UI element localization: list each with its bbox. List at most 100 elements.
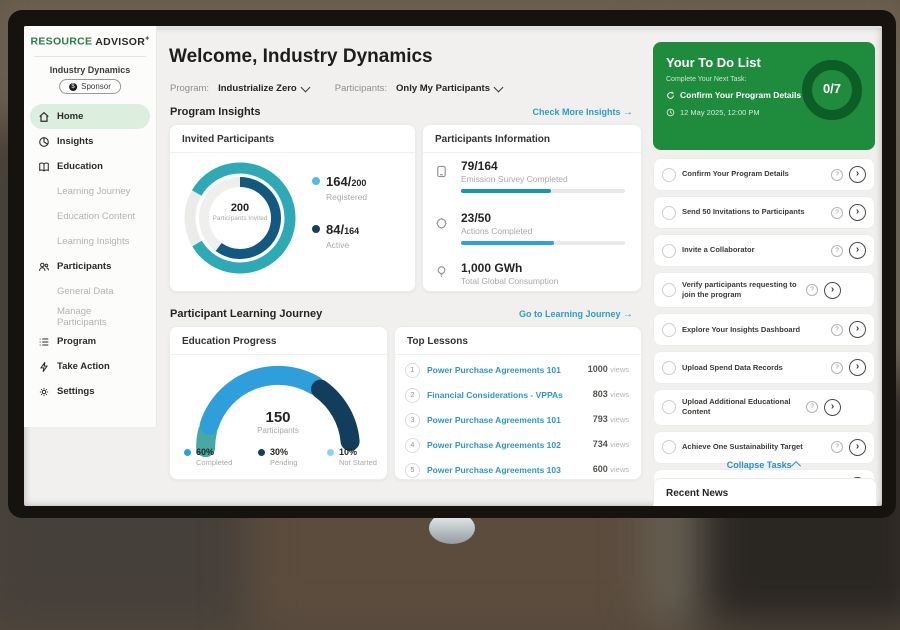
info-icon[interactable]: ? bbox=[831, 245, 843, 257]
lesson-link[interactable]: Financial Considerations - VPPAs bbox=[427, 390, 563, 400]
lesson-rank: 4 bbox=[405, 438, 420, 453]
logo-part-advisor: ADVISOR+ bbox=[95, 36, 149, 48]
task-row[interactable]: Upload Spend Data Records ? › bbox=[653, 351, 875, 384]
checkbox-icon[interactable] bbox=[662, 206, 676, 220]
checkbox-icon[interactable] bbox=[662, 361, 676, 375]
lesson-views: 793 views bbox=[593, 414, 629, 424]
lesson-views: 734 views bbox=[593, 439, 629, 449]
sidebar-item-label: General Data bbox=[57, 286, 114, 297]
go-to-learning-journey-link[interactable]: Go to Learning Journey → bbox=[519, 309, 633, 320]
lesson-views: 1000 views bbox=[588, 364, 629, 374]
legend-active: 84/164 Active bbox=[312, 221, 359, 250]
chevron-right-icon[interactable]: › bbox=[849, 204, 866, 221]
checkbox-icon[interactable] bbox=[662, 323, 676, 337]
sidebar-item-label: Learning Journey bbox=[57, 186, 130, 197]
sidebar-item-education[interactable]: Education bbox=[30, 154, 150, 179]
recent-news-card: Recent News bbox=[653, 478, 877, 506]
chevron-right-icon[interactable]: › bbox=[849, 242, 866, 259]
chevron-right-icon[interactable]: › bbox=[824, 399, 841, 416]
legend-dot bbox=[312, 225, 320, 233]
info-icon[interactable]: ? bbox=[806, 401, 818, 413]
lesson-link[interactable]: Power Purchase Agreements 101 bbox=[427, 415, 561, 425]
lesson-link[interactable]: Power Purchase Agreements 101 bbox=[427, 365, 561, 375]
chevron-up-icon bbox=[791, 461, 801, 471]
info-icon[interactable]: ? bbox=[831, 169, 843, 181]
info-icon[interactable]: ? bbox=[831, 207, 843, 219]
task-row[interactable]: Achieve One Sustainability Target ? › bbox=[653, 431, 875, 464]
chevron-right-icon[interactable]: › bbox=[849, 439, 866, 456]
sidebar-item-participants[interactable]: Participants bbox=[30, 254, 150, 279]
lesson-link[interactable]: Power Purchase Agreements 102 bbox=[427, 440, 561, 450]
chevron-down-icon bbox=[300, 82, 310, 92]
task-label: Explore Your Insights Dashboard bbox=[682, 325, 825, 335]
task-row[interactable]: Send 50 Invitations to Participants ? › bbox=[653, 196, 875, 229]
sidebar-item-manage-participants[interactable]: Manage Participants bbox=[30, 304, 150, 329]
legend-dot bbox=[258, 449, 265, 456]
participants-select[interactable]: Participants: Only My Participants bbox=[335, 83, 502, 94]
sidebar-nav: Home Insights Education Learning Journey… bbox=[30, 104, 150, 404]
sidebar-item-education-content[interactable]: Education Content bbox=[30, 204, 150, 229]
program-value: Industrialize Zero bbox=[218, 83, 297, 94]
legend-dot bbox=[327, 449, 334, 456]
task-row[interactable]: Upload Additional Educational Content ?› bbox=[653, 389, 875, 425]
checkbox-icon[interactable] bbox=[662, 400, 676, 414]
sidebar-item-home[interactable]: Home bbox=[30, 104, 150, 129]
lesson-rank: 1 bbox=[405, 363, 420, 378]
sidebar-item-learning-insights[interactable]: Learning Insights bbox=[30, 229, 150, 254]
organization-name: Industry Dynamics bbox=[24, 65, 156, 75]
list-icon bbox=[38, 336, 50, 348]
todo-progress-count: 0/7 bbox=[801, 81, 863, 96]
sidebar-item-program[interactable]: Program bbox=[30, 329, 150, 354]
learning-journey-heading: Participant Learning Journey bbox=[170, 308, 322, 320]
checkbox-icon[interactable] bbox=[662, 283, 676, 297]
info-icon[interactable]: ? bbox=[831, 362, 843, 374]
sidebar-item-take-action[interactable]: Take Action bbox=[30, 354, 150, 379]
todo-task-list: Confirm Your Program Details ?› Send 50 … bbox=[653, 158, 875, 502]
check-more-insights-link[interactable]: Check More Insights → bbox=[532, 107, 633, 118]
info-icon[interactable]: ? bbox=[831, 441, 843, 453]
task-row[interactable]: Explore Your Insights Dashboard ? › bbox=[653, 313, 875, 346]
sidebar-item-general-data[interactable]: General Data bbox=[30, 279, 150, 304]
book-icon bbox=[38, 161, 50, 173]
todo-subtitle: Complete Your Next Task: bbox=[666, 76, 746, 83]
task-label: Achieve One Sustainability Target bbox=[682, 442, 825, 452]
actions-completed-stat: 23/50 Actions Completed bbox=[461, 211, 532, 236]
checkbox-icon[interactable] bbox=[662, 168, 676, 182]
program-select[interactable]: Program: Industrialize Zero bbox=[170, 83, 309, 94]
task-row[interactable]: Confirm Your Program Details ?› bbox=[653, 158, 875, 191]
checkbox-icon[interactable] bbox=[662, 440, 676, 454]
todo-title: Your To Do List bbox=[666, 55, 761, 70]
collapse-tasks-link[interactable]: Collapse Tasks bbox=[653, 460, 875, 470]
chevron-right-icon[interactable]: › bbox=[849, 359, 866, 376]
gauge-legend-completed: 60%Completed bbox=[184, 447, 232, 467]
task-label: Send 50 Invitations to Participants bbox=[682, 207, 825, 217]
sponsor-badge[interactable]: $ Sponsor bbox=[59, 79, 121, 94]
sidebar-item-learning-journey[interactable]: Learning Journey bbox=[30, 179, 150, 204]
card-divider bbox=[170, 354, 387, 355]
task-label: Upload Spend Data Records bbox=[682, 363, 825, 373]
lesson-row: 5 Power Purchase Agreements 103 600 view… bbox=[395, 458, 641, 483]
emission-survey-progressbar bbox=[461, 189, 625, 193]
task-row[interactable]: Verify participants requesting to join t… bbox=[653, 272, 875, 308]
task-label: Verify participants requesting to join t… bbox=[682, 280, 800, 300]
task-row[interactable]: Invite a Collaborator ?› bbox=[653, 234, 875, 267]
card-divider bbox=[423, 152, 641, 153]
chevron-right-icon[interactable]: › bbox=[849, 166, 866, 183]
page-title: Welcome, Industry Dynamics bbox=[169, 46, 433, 68]
chevron-right-icon[interactable]: › bbox=[849, 321, 866, 338]
sidebar-item-label: Settings bbox=[57, 386, 94, 397]
sidebar-item-settings[interactable]: Settings bbox=[30, 379, 150, 404]
info-icon[interactable]: ? bbox=[831, 324, 843, 336]
logo-part-resource: RESOURCE bbox=[30, 36, 92, 48]
refresh-icon bbox=[666, 91, 675, 100]
lesson-link[interactable]: Power Purchase Agreements 103 bbox=[427, 465, 561, 475]
checkbox-icon[interactable] bbox=[662, 244, 676, 258]
survey-icon bbox=[435, 165, 448, 183]
sidebar-item-insights[interactable]: Insights bbox=[30, 129, 150, 154]
info-icon[interactable]: ? bbox=[806, 284, 818, 296]
chevron-right-icon[interactable]: › bbox=[824, 282, 841, 299]
actions-progressbar bbox=[461, 241, 625, 245]
arrow-right-icon: → bbox=[623, 309, 633, 320]
todo-progress-ring: 0/7 bbox=[801, 59, 863, 121]
lesson-views: 600 views bbox=[593, 464, 629, 474]
